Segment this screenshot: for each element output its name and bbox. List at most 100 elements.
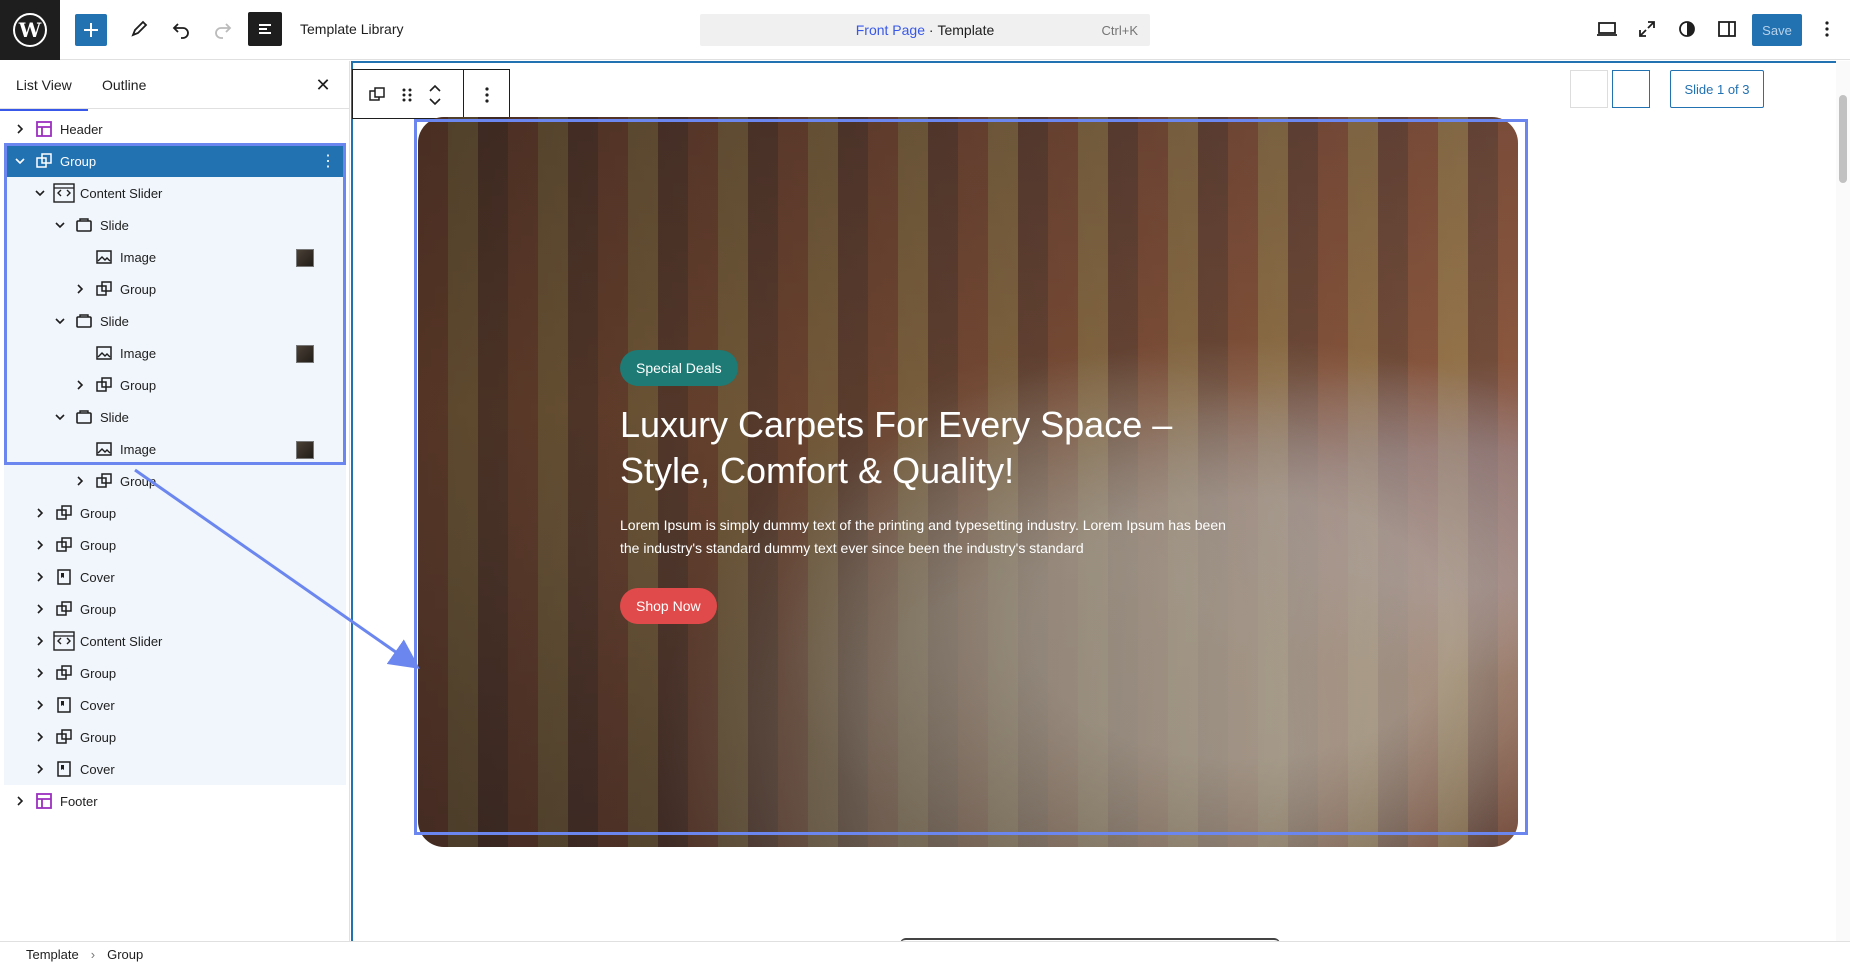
- tree-row-label: Group: [120, 473, 157, 489]
- slide-thumb-2[interactable]: [1612, 70, 1650, 108]
- tree-row-image[interactable]: Image: [4, 433, 346, 465]
- tree-row-group[interactable]: Group: [4, 593, 346, 625]
- styles-contrast-icon[interactable]: [1670, 12, 1704, 46]
- group-block-icon[interactable]: [365, 83, 389, 107]
- chevron-right-icon[interactable]: [32, 697, 48, 713]
- tree-row-slide[interactable]: Slide: [4, 305, 346, 337]
- tree-row-label: Group: [80, 665, 117, 681]
- tree-row-slide[interactable]: Slide: [4, 209, 346, 241]
- chevron-right-icon: ›: [90, 946, 96, 962]
- wordpress-logo-icon[interactable]: W: [0, 0, 60, 60]
- slider-icon: [52, 629, 76, 653]
- tree-row-group[interactable]: Group: [4, 273, 346, 305]
- chevron-right-icon[interactable]: [72, 473, 88, 489]
- tree-row-label: Group: [80, 537, 117, 553]
- add-block-button[interactable]: [75, 14, 107, 46]
- device-preview-icon[interactable]: [1590, 12, 1624, 46]
- chevron-right-icon[interactable]: [12, 121, 28, 137]
- page-name: Front Page: [855, 22, 925, 38]
- group-icon: [52, 661, 76, 685]
- tab-outline[interactable]: Outline: [102, 77, 146, 93]
- command-palette-bar[interactable]: Front Page · Template Ctrl+K: [700, 14, 1150, 46]
- chevron-right-icon[interactable]: [32, 505, 48, 521]
- tree-row-label: Group: [80, 729, 117, 745]
- chevron-right-icon[interactable]: [12, 793, 28, 809]
- breadcrumb-template[interactable]: Template: [26, 947, 79, 962]
- tree-row-group[interactable]: Group: [4, 657, 346, 689]
- tree-row-group[interactable]: Group ⋮: [4, 145, 346, 177]
- group-icon: [52, 501, 76, 525]
- group-icon: [52, 725, 76, 749]
- shortcut-hint: Ctrl+K: [1101, 22, 1138, 38]
- chevron-right-icon[interactable]: [32, 729, 48, 745]
- fullscreen-icon[interactable]: [1630, 12, 1664, 46]
- chevron-right-icon[interactable]: [32, 761, 48, 777]
- chevron-down-icon[interactable]: [12, 153, 28, 169]
- cover-icon: [52, 565, 76, 589]
- scroll-thumb[interactable]: [1839, 95, 1847, 183]
- tree-row-label: Footer: [60, 793, 98, 809]
- block-tree: Header Group ⋮ Content Slider Slide Image Grou…: [4, 113, 346, 817]
- options-more-icon[interactable]: [1810, 12, 1844, 46]
- template-part-icon: [32, 117, 56, 141]
- hero-heading[interactable]: Luxury Carpets For Every Space – Style, …: [620, 402, 1240, 494]
- chevron-right-icon[interactable]: [32, 601, 48, 617]
- editor-header: W Template Library Front Page · Template…: [0, 0, 1850, 60]
- canvas-scrollbar[interactable]: [1836, 61, 1850, 941]
- tree-row-group[interactable]: Group: [4, 721, 346, 753]
- tree-row-label: Group: [120, 281, 157, 297]
- tree-row-cover[interactable]: Cover: [4, 753, 346, 785]
- row-options-icon[interactable]: ⋮: [320, 151, 336, 171]
- tree-row-content-slider[interactable]: Content Slider: [4, 625, 346, 657]
- group-icon: [52, 597, 76, 621]
- tree-row-cover[interactable]: Cover: [4, 561, 346, 593]
- tree-row-slide[interactable]: Slide: [4, 401, 346, 433]
- slide-icon: [72, 309, 96, 333]
- slide-counter[interactable]: Slide 1 of 3: [1670, 70, 1764, 108]
- image-icon: [92, 245, 116, 269]
- chevron-right-icon[interactable]: [32, 665, 48, 681]
- tree-row-footer[interactable]: Footer: [4, 785, 346, 817]
- tree-row-header[interactable]: Header: [4, 113, 346, 145]
- chevron-down-icon[interactable]: [52, 313, 68, 329]
- special-deals-badge[interactable]: Special Deals: [620, 350, 738, 386]
- shop-now-button[interactable]: Shop Now: [620, 588, 717, 624]
- image-thumbnail: [296, 249, 314, 267]
- slide-icon: [72, 213, 96, 237]
- chevron-right-icon[interactable]: [72, 281, 88, 297]
- document-title: Template Library: [300, 21, 404, 37]
- chevron-down-icon[interactable]: [52, 217, 68, 233]
- chevron-right-icon[interactable]: [32, 537, 48, 553]
- tree-row-image[interactable]: Image: [4, 337, 346, 369]
- tree-row-cover[interactable]: Cover: [4, 689, 346, 721]
- svg-text:W: W: [18, 18, 42, 42]
- tab-list-view[interactable]: List View: [0, 77, 88, 111]
- block-options-icon[interactable]: [475, 83, 499, 107]
- tools-pencil-icon[interactable]: [122, 12, 156, 46]
- document-overview-icon[interactable]: [248, 12, 282, 46]
- tree-row-group[interactable]: Group: [4, 497, 346, 529]
- breadcrumb-group[interactable]: Group: [107, 947, 143, 962]
- chevron-right-icon[interactable]: [32, 633, 48, 649]
- save-button[interactable]: Save: [1752, 14, 1802, 46]
- chevron-right-icon[interactable]: [32, 569, 48, 585]
- undo-icon[interactable]: [164, 12, 198, 46]
- chevron-down-icon[interactable]: [32, 185, 48, 201]
- tree-row-group[interactable]: Group: [4, 465, 346, 497]
- redo-icon[interactable]: [206, 12, 240, 46]
- close-icon[interactable]: ✕: [311, 73, 335, 97]
- chevron-down-icon[interactable]: [52, 409, 68, 425]
- slide-thumb-1[interactable]: [1570, 70, 1608, 108]
- page-separator: ·: [925, 22, 938, 38]
- tree-row-label: Content Slider: [80, 633, 163, 649]
- drag-handle-icon[interactable]: [395, 83, 419, 107]
- tree-row-content-slider[interactable]: Content Slider: [4, 177, 346, 209]
- settings-sidebar-icon[interactable]: [1710, 12, 1744, 46]
- tree-row-group[interactable]: Group: [4, 369, 346, 401]
- image-thumbnail: [296, 441, 314, 459]
- tree-row-group[interactable]: Group: [4, 529, 346, 561]
- move-up-down-icon[interactable]: [423, 83, 447, 107]
- chevron-right-icon[interactable]: [72, 377, 88, 393]
- hero-paragraph[interactable]: Lorem Ipsum is simply dummy text of the …: [620, 514, 1240, 560]
- tree-row-image[interactable]: Image: [4, 241, 346, 273]
